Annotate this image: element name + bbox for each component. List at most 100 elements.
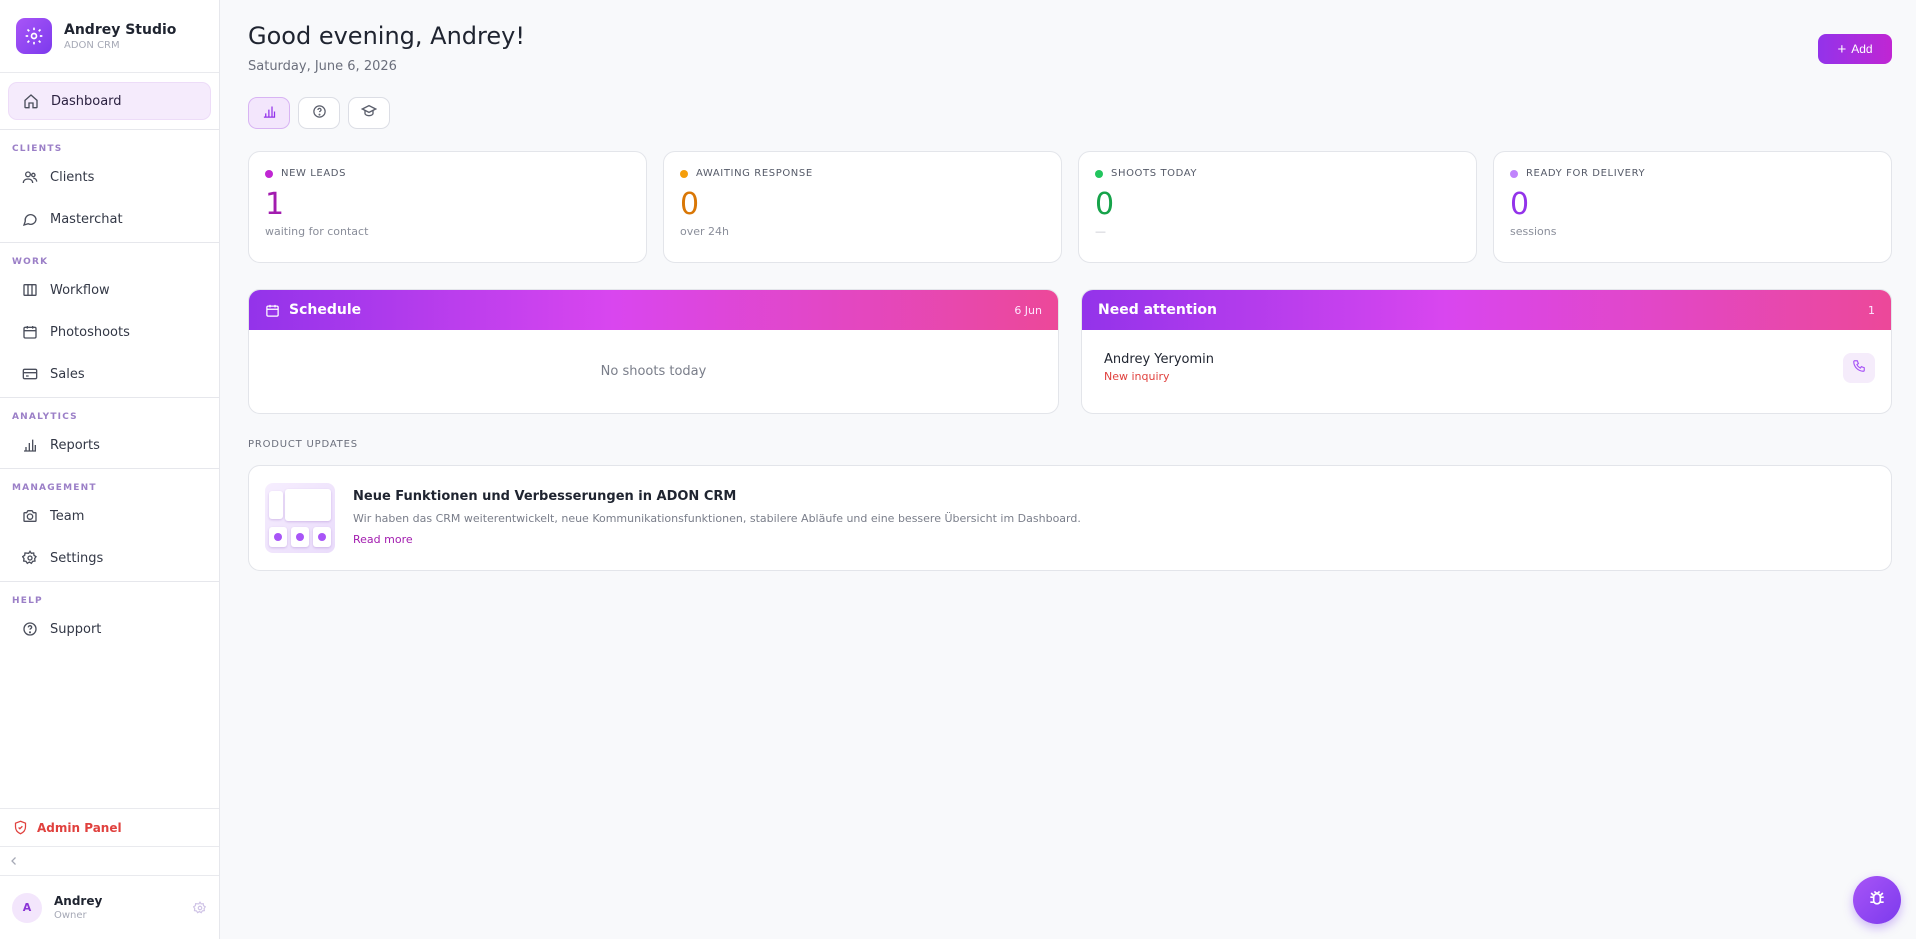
sidebar-item-masterchat[interactable]: Masterchat bbox=[8, 200, 211, 238]
status-dot bbox=[1510, 169, 1518, 178]
sidebar-item-label: Dashboard bbox=[51, 93, 122, 109]
user-profile[interactable]: A Andrey Owner bbox=[0, 876, 219, 939]
add-button[interactable]: + Add bbox=[1818, 34, 1892, 64]
sidebar-item-workflow[interactable]: Workflow bbox=[8, 271, 211, 309]
update-thumbnail bbox=[265, 483, 335, 553]
sidebar-item-label: Workflow bbox=[50, 282, 110, 298]
sidebar-item-support[interactable]: Support bbox=[8, 610, 211, 648]
admin-panel-link[interactable]: Admin Panel bbox=[0, 808, 219, 847]
sidebar-item-label: Team bbox=[50, 508, 85, 524]
sidebar-item-label: Photoshoots bbox=[50, 324, 130, 340]
stat-card-shoots-today[interactable]: SHOOTS TODAY 0 — bbox=[1078, 151, 1477, 263]
nav-section-help: HELP bbox=[12, 596, 43, 606]
stat-card-new-leads[interactable]: NEW LEADS 1 waiting for contact bbox=[248, 151, 647, 263]
sidebar-item-reports[interactable]: Reports bbox=[8, 426, 211, 464]
sidebar-item-dashboard[interactable]: Dashboard bbox=[8, 82, 211, 120]
nav-divider bbox=[0, 129, 219, 130]
stats-view-toggle[interactable] bbox=[248, 97, 290, 129]
sidebar-item-label: Masterchat bbox=[50, 211, 123, 227]
plus-icon: + bbox=[1837, 40, 1847, 58]
calendar-icon bbox=[21, 323, 39, 341]
product-updates-label: PRODUCT UPDATES bbox=[248, 439, 358, 450]
sidebar-item-photoshoots[interactable]: Photoshoots bbox=[8, 313, 211, 351]
stat-value: 0 bbox=[680, 187, 700, 222]
stat-card-awaiting-response[interactable]: AWAITING RESPONSE 0 over 24h bbox=[663, 151, 1062, 263]
user-name: Andrey bbox=[54, 894, 103, 908]
status-dot bbox=[680, 169, 688, 178]
nav-section-analytics: ANALYTICS bbox=[12, 412, 78, 422]
schedule-date: 6 Jun bbox=[1014, 303, 1042, 317]
calendar-icon bbox=[265, 303, 280, 318]
help-circle-icon bbox=[312, 104, 327, 123]
graduation-cap-icon bbox=[360, 103, 378, 123]
status-dot bbox=[1095, 169, 1103, 178]
nav-group-work: Workflow Photoshoots Sales bbox=[0, 271, 219, 393]
schedule-title: Schedule bbox=[289, 302, 362, 318]
nav-group-clients: Clients Masterchat bbox=[0, 158, 219, 238]
status-dot bbox=[265, 169, 273, 178]
client-name: Andrey Yeryomin bbox=[1104, 352, 1214, 367]
stat-value: 0 bbox=[1510, 187, 1530, 222]
brand-name: Andrey Studio bbox=[64, 21, 177, 38]
stat-label: SHOOTS TODAY bbox=[1111, 168, 1198, 179]
collapse-sidebar-button[interactable] bbox=[0, 847, 219, 876]
credit-card-icon bbox=[21, 365, 39, 383]
users-icon bbox=[21, 168, 39, 186]
stat-card-ready-for-delivery[interactable]: READY FOR DELIVERY 0 sessions bbox=[1493, 151, 1892, 263]
shield-icon bbox=[13, 820, 28, 835]
sidebar-item-label: Sales bbox=[50, 366, 85, 382]
camera-icon bbox=[21, 507, 39, 525]
call-button[interactable] bbox=[1843, 352, 1875, 383]
home-icon bbox=[22, 92, 40, 110]
nav-section-management: MANAGEMENT bbox=[12, 483, 97, 493]
stat-label: READY FOR DELIVERY bbox=[1526, 168, 1646, 179]
sidebar-item-label: Clients bbox=[50, 169, 95, 185]
schedule-header[interactable]: Schedule 6 Jun bbox=[249, 290, 1058, 330]
sidebar-item-clients[interactable]: Clients bbox=[8, 158, 211, 196]
stat-value: 0 bbox=[1095, 187, 1115, 222]
chevron-left-icon bbox=[8, 852, 20, 871]
nav-group-analytics: Reports bbox=[0, 426, 219, 464]
chat-icon bbox=[21, 210, 39, 228]
stat-subtitle: sessions bbox=[1510, 225, 1557, 238]
stat-label: AWAITING RESPONSE bbox=[696, 168, 813, 179]
learning-view-toggle[interactable] bbox=[348, 97, 390, 129]
sidebar-item-team[interactable]: Team bbox=[8, 497, 211, 535]
sidebar-item-settings[interactable]: Settings bbox=[8, 539, 211, 577]
attention-title: Need attention bbox=[1098, 302, 1217, 318]
help-view-toggle[interactable] bbox=[298, 97, 340, 129]
sidebar-item-label: Support bbox=[50, 621, 102, 637]
gear-icon bbox=[16, 18, 52, 54]
nav-group-help: Support bbox=[0, 610, 219, 648]
nav-divider bbox=[0, 468, 219, 469]
stat-subtitle: waiting for contact bbox=[265, 225, 369, 238]
avatar: A bbox=[12, 892, 42, 923]
attention-panel: Need attention 1 Andrey Yeryomin New inq… bbox=[1081, 289, 1892, 414]
bar-chart-icon bbox=[21, 436, 39, 454]
stats-row: NEW LEADS 1 waiting for contact AWAITING… bbox=[248, 151, 1892, 263]
phone-icon bbox=[1852, 358, 1866, 377]
nav-divider bbox=[0, 581, 219, 582]
view-toggles bbox=[248, 97, 390, 129]
brand-header[interactable]: Andrey Studio ADON CRM bbox=[0, 0, 219, 73]
gear-icon[interactable] bbox=[192, 900, 207, 919]
nav-divider bbox=[0, 242, 219, 243]
update-text: Wir haben das CRM weiterentwickelt, neue… bbox=[353, 512, 1081, 525]
stat-value: 1 bbox=[265, 187, 285, 222]
main-nav: Dashboard bbox=[0, 73, 219, 120]
list-item[interactable]: Andrey Yeryomin New inquiry bbox=[1082, 330, 1891, 383]
brand-subtitle: ADON CRM bbox=[64, 39, 120, 51]
bug-report-button[interactable] bbox=[1853, 876, 1901, 924]
page-title: Good evening, Andrey! bbox=[248, 22, 525, 50]
stat-label: NEW LEADS bbox=[281, 168, 347, 179]
admin-panel-label: Admin Panel bbox=[37, 820, 122, 835]
product-update-card[interactable]: Neue Funktionen und Verbesserungen in AD… bbox=[248, 465, 1892, 571]
nav-section-clients: CLIENTS bbox=[12, 144, 63, 154]
add-button-label: Add bbox=[1851, 42, 1873, 56]
attention-count: 1 bbox=[1868, 303, 1875, 317]
sidebar-item-label: Reports bbox=[50, 437, 100, 453]
stat-subtitle: — bbox=[1095, 225, 1106, 238]
read-more-link[interactable]: Read more bbox=[353, 533, 413, 546]
sidebar-item-sales[interactable]: Sales bbox=[8, 355, 211, 393]
client-status: New inquiry bbox=[1104, 370, 1170, 383]
